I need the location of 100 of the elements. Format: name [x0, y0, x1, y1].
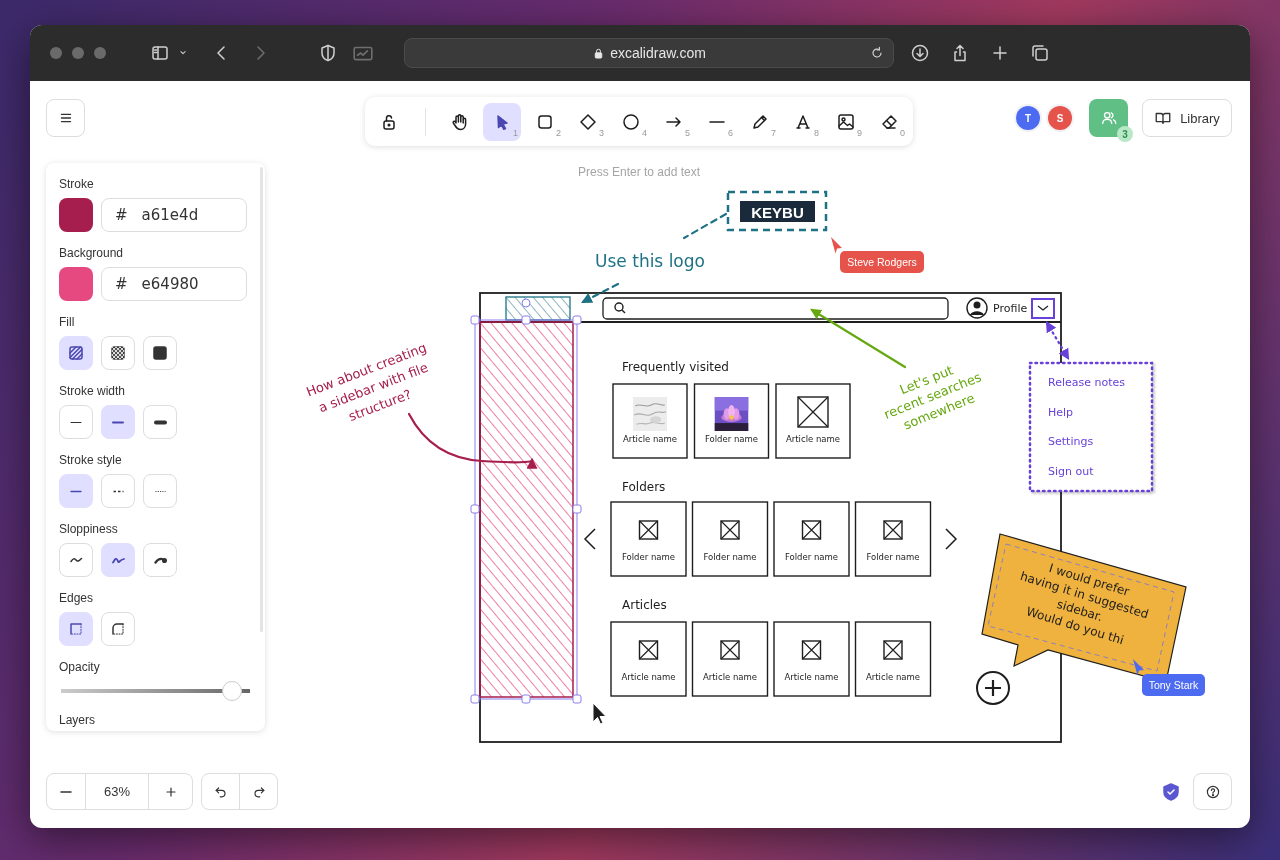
image-tool-button[interactable]: 9 [827, 102, 865, 141]
solid-line-icon [70, 489, 82, 493]
add-icon [976, 671, 1010, 705]
extra-bold-stroke-button[interactable] [143, 405, 177, 439]
tabs-icon [1030, 43, 1050, 63]
color-swatch[interactable] [59, 267, 93, 301]
filled-square-icon [150, 343, 170, 363]
eraser-tool-button[interactable]: 0 [870, 102, 908, 141]
reload-icon [869, 45, 885, 61]
section-label: Sloppiness [59, 522, 119, 537]
avatar[interactable]: S [1048, 106, 1072, 130]
diamond-tool-button[interactable]: 3 [569, 102, 607, 141]
image-placeholder-icon [638, 520, 659, 540]
section-label: Background [59, 246, 125, 261]
profile-label: Profile [993, 302, 1028, 315]
dashed-line-icon [112, 489, 124, 493]
thin-line-icon [70, 420, 82, 424]
people-icon [1099, 109, 1118, 127]
artist-button[interactable] [101, 543, 135, 577]
card-label: Folder name [704, 434, 759, 444]
card-label: Folder name [784, 552, 839, 562]
selection-box[interactable] [470, 298, 582, 704]
hand-icon [449, 111, 469, 132]
new-tab-icon [990, 43, 1010, 63]
section-title: Frequently visited [622, 360, 729, 374]
arrow-tool-button[interactable]: 5 [655, 102, 693, 141]
dotted-style-button[interactable] [143, 474, 177, 508]
section-label: Edges [59, 591, 95, 606]
round-edges-button[interactable] [101, 612, 135, 646]
draw-tool-button[interactable]: 7 [741, 102, 779, 141]
minus-icon [60, 790, 72, 793]
section-title: Folders [622, 480, 666, 494]
selection-tool-button[interactable]: 1 [483, 102, 521, 141]
rectangle-tool-button[interactable]: 2 [526, 102, 564, 141]
squiggle-icon [153, 556, 167, 564]
section-label: Stroke style [59, 453, 123, 468]
image-placeholder-icon [638, 640, 659, 660]
ellipse-tool-button[interactable]: 4 [612, 102, 650, 141]
library-button[interactable]: Library [1142, 99, 1232, 137]
card-label: Article name [702, 672, 758, 682]
main-menu-button[interactable] [46, 99, 85, 137]
cursor-label: Tony Stark [1142, 674, 1205, 696]
share-button[interactable] [1089, 99, 1128, 137]
help-icon [1204, 783, 1221, 800]
cross-hatch-icon [108, 343, 128, 363]
card-label: Article name [785, 434, 841, 444]
image-placeholder-icon [801, 640, 822, 660]
image-placeholder-icon [883, 640, 903, 660]
card-label: Folder name [703, 552, 757, 562]
line-icon [709, 119, 725, 124]
shield-icon [1161, 781, 1181, 802]
card-label: Article name [622, 434, 678, 444]
hex-color-field[interactable]: # e64980 [101, 267, 247, 301]
text-tool-button[interactable]: 8 [784, 102, 822, 141]
card-label: Article name [784, 672, 839, 682]
image-placeholder-icon [801, 520, 822, 540]
bold-stroke-button[interactable] [101, 405, 135, 439]
section-label: Stroke [59, 177, 95, 192]
section-label: Fill [59, 315, 76, 330]
diamond-icon [578, 111, 598, 132]
section-label: Layers [59, 713, 97, 728]
count-badge: 3 [1117, 126, 1133, 142]
line-tool-button[interactable]: 6 [698, 102, 736, 141]
cartoonist-button[interactable] [143, 543, 177, 577]
slider-thumb[interactable] [221, 681, 242, 701]
profile-avatar-icon [966, 297, 988, 319]
cursor-label: Steve Rodgers [840, 251, 924, 273]
sidebar-icon [150, 43, 170, 63]
dotted-line-icon [154, 489, 166, 493]
address-bar[interactable]: excalidraw.com [404, 38, 894, 68]
dotted-arrow [1045, 321, 1070, 360]
medium-line-icon [112, 420, 124, 424]
hex-color-field[interactable]: # a61e4d [101, 198, 247, 232]
shield-icon [318, 43, 338, 63]
hatch-fill-button[interactable] [59, 336, 93, 370]
image-placeholder-icon [720, 640, 740, 660]
card-label: Article name [865, 672, 921, 682]
note-text: Use this logo [595, 251, 705, 271]
section-label: Opacity [59, 660, 101, 675]
section-title: Articles [622, 598, 667, 612]
card-label: Folder name [621, 552, 676, 562]
section-label: Stroke width [59, 384, 127, 399]
download-icon [910, 43, 930, 63]
circle-icon [621, 111, 641, 132]
help-button[interactable] [1193, 773, 1232, 810]
architect-button[interactable] [59, 543, 93, 577]
avatar[interactable]: T [1016, 106, 1040, 130]
logo: KEYBU [740, 201, 815, 222]
solid-fill-button[interactable] [143, 336, 177, 370]
color-swatch[interactable] [59, 198, 93, 232]
hint-text: Press Enter to add text [577, 165, 701, 179]
sharp-edges-button[interactable] [59, 612, 93, 646]
thick-line-icon [153, 419, 167, 425]
card-label: Article name [621, 672, 676, 682]
image-icon [836, 111, 856, 132]
cross-hatch-button[interactable] [101, 336, 135, 370]
image-placeholder-icon [720, 520, 740, 540]
hatch-icon [66, 343, 86, 363]
window-controls[interactable] [50, 47, 106, 59]
squiggle-icon [69, 557, 83, 563]
